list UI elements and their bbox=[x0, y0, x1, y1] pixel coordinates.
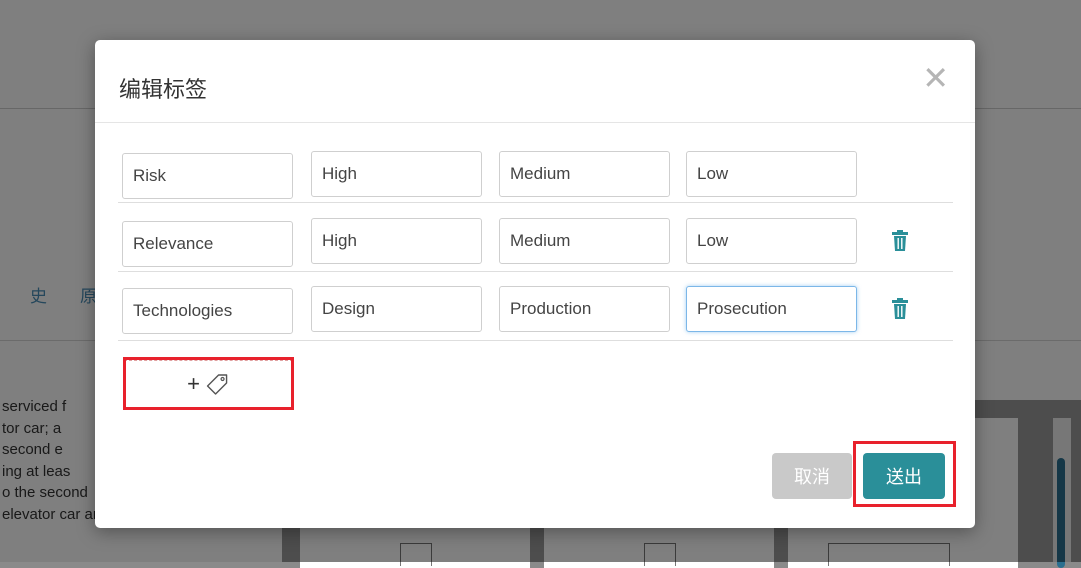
tag-value-text: Prosecution bbox=[697, 299, 787, 318]
tag-value-input[interactable]: Low bbox=[686, 218, 857, 264]
trash-icon[interactable] bbox=[891, 298, 909, 320]
tag-value-text: Design bbox=[322, 299, 375, 318]
tag-row: Risk High Medium Low bbox=[118, 140, 953, 203]
tag-icon bbox=[207, 374, 228, 395]
tag-row: Relevance High Medium Low bbox=[118, 209, 953, 272]
tag-category-value: Technologies bbox=[133, 301, 233, 320]
tag-value-text: High bbox=[322, 164, 357, 183]
submit-button[interactable]: 送出 bbox=[863, 453, 945, 499]
edit-tags-dialog: 编辑标签 ✕ Risk High Medium Low Relevance Hi… bbox=[95, 40, 975, 528]
tag-category-value: Relevance bbox=[133, 234, 214, 253]
tag-value-input[interactable]: Design bbox=[311, 286, 482, 332]
dialog-header: 编辑标签 ✕ bbox=[95, 40, 975, 123]
tag-value-text: High bbox=[322, 231, 357, 250]
tag-value-input[interactable]: Medium bbox=[499, 151, 670, 197]
tag-category-input[interactable]: Relevance bbox=[122, 221, 293, 267]
plus-icon: + bbox=[187, 371, 200, 396]
tag-value-text: Low bbox=[697, 164, 729, 183]
trash-icon[interactable] bbox=[891, 230, 909, 252]
tag-category-input[interactable]: Risk bbox=[122, 153, 293, 199]
tag-value-text: Medium bbox=[510, 231, 571, 250]
tag-value-input[interactable]: High bbox=[311, 151, 482, 197]
cancel-button[interactable]: 取消 bbox=[772, 453, 852, 499]
tag-value-input[interactable]: High bbox=[311, 218, 482, 264]
tag-category-input[interactable]: Technologies bbox=[122, 288, 293, 334]
tag-value-text: Production bbox=[510, 299, 592, 318]
tag-value-text: Medium bbox=[510, 164, 571, 183]
add-tag-row-button[interactable]: + bbox=[124, 360, 293, 408]
tag-value-input-focused[interactable]: Prosecution bbox=[686, 286, 857, 332]
tag-row: Technologies Design Production Prosecuti… bbox=[118, 278, 953, 341]
tag-value-input[interactable]: Medium bbox=[499, 218, 670, 264]
tag-value-text: Low bbox=[697, 231, 729, 250]
tag-category-value: Risk bbox=[133, 166, 167, 185]
close-icon[interactable]: ✕ bbox=[922, 62, 949, 94]
tag-value-input[interactable]: Low bbox=[686, 151, 857, 197]
dialog-title: 编辑标签 bbox=[119, 77, 208, 102]
tag-value-input[interactable]: Production bbox=[499, 286, 670, 332]
